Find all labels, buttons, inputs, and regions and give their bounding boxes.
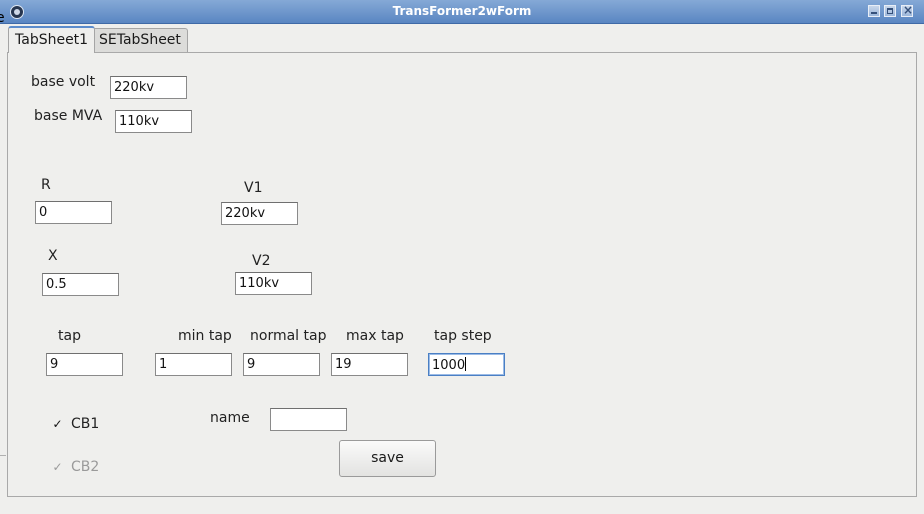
normal-tap-field[interactable]: 9 (243, 353, 320, 376)
min-tap-label: min tap (178, 328, 232, 344)
r-label: R (41, 177, 51, 193)
v1-field[interactable]: 220kv (221, 202, 298, 225)
base-mva-field[interactable]: 110kv (115, 110, 192, 133)
background-window-text: e (0, 10, 5, 26)
tab-setabsheet[interactable]: SETabSheet (92, 28, 188, 52)
cb1-label: CB1 (71, 416, 100, 432)
cb2-label: CB2 (71, 459, 100, 475)
min-tap-field[interactable]: 1 (155, 353, 232, 376)
base-mva-label: base MVA (34, 108, 103, 124)
x-field[interactable]: 0.5 (42, 273, 119, 296)
r-field[interactable]: 0 (35, 201, 112, 224)
app-window: TransFormer2wForm e TabSheet1 SETabSheet… (0, 0, 924, 514)
normal-tap-label: normal tap (250, 328, 327, 344)
save-button[interactable]: save (339, 440, 436, 477)
v2-label: V2 (252, 253, 271, 269)
v2-field[interactable]: 110kv (235, 272, 312, 295)
minimize-icon[interactable] (868, 5, 880, 17)
max-tap-label: max tap (346, 328, 404, 344)
background-window-edge (0, 455, 6, 456)
x-label: X (48, 248, 58, 264)
base-volt-label: base volt (31, 74, 96, 90)
tap-step-value: 1000 (432, 358, 466, 373)
tap-label: tap (58, 328, 81, 344)
text-cursor (465, 357, 467, 371)
cb1-checkbox[interactable]: ✓ (52, 418, 63, 430)
cb2-checkbox[interactable]: ✓ (52, 461, 63, 473)
name-label: name (210, 410, 250, 426)
max-tap-field[interactable]: 19 (331, 353, 408, 376)
window-title: TransFormer2wForm (392, 4, 532, 18)
tap-field[interactable]: 9 (46, 353, 123, 376)
title-bar[interactable]: TransFormer2wForm (0, 0, 924, 24)
v1-label: V1 (244, 180, 263, 196)
base-volt-field[interactable]: 220kv (110, 76, 187, 99)
maximize-icon[interactable] (884, 5, 896, 17)
tap-step-field[interactable]: 1000 (428, 353, 505, 376)
close-icon[interactable] (901, 3, 913, 17)
tab-tabsheet1[interactable]: TabSheet1 (8, 26, 96, 53)
name-field[interactable] (270, 408, 347, 431)
tap-step-label: tap step (434, 328, 492, 344)
